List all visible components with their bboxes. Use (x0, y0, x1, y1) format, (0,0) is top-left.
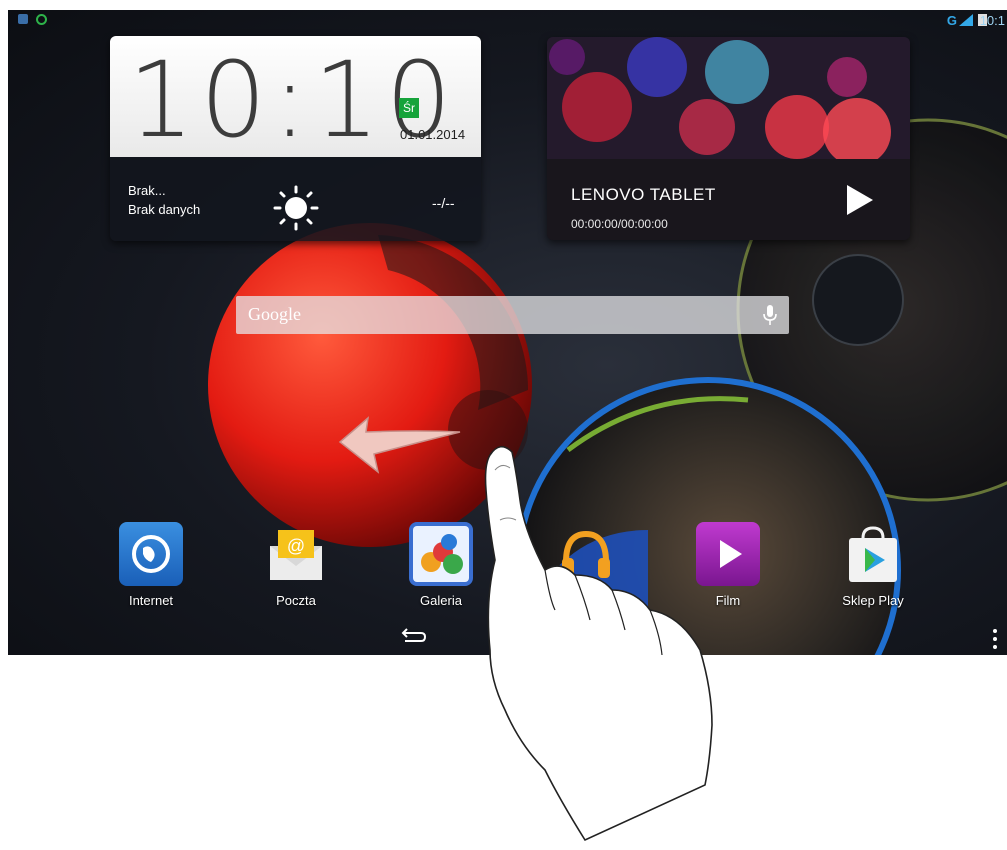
pointing-hand-icon (484, 445, 713, 842)
